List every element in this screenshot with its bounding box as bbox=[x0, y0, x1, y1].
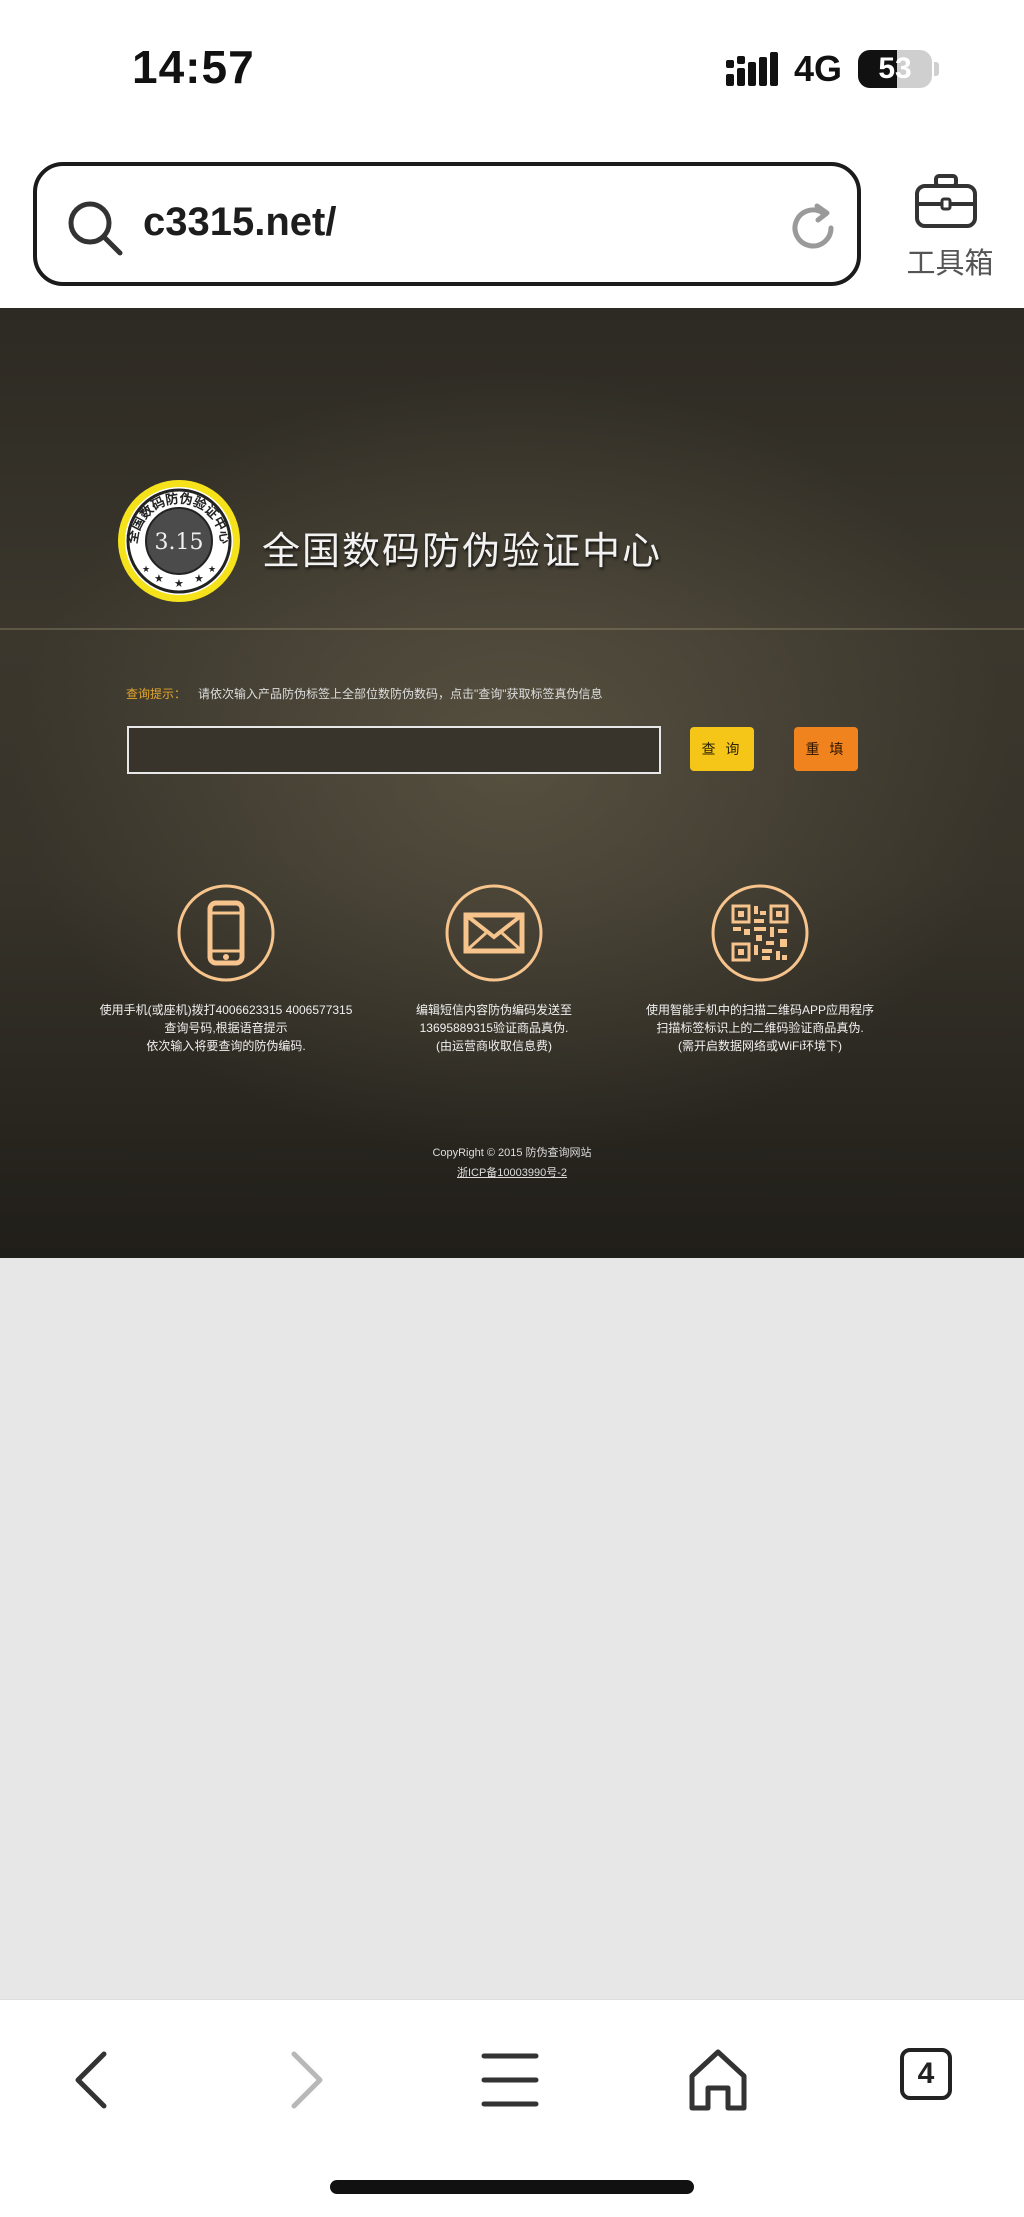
toolbox-button[interactable]: 工具箱 bbox=[890, 174, 1010, 284]
home-indicator bbox=[330, 2180, 694, 2194]
header-divider bbox=[0, 628, 1024, 630]
method-description: 使用手机(或座机)拨打4006623315 4006577315 查询号码,根据… bbox=[76, 1001, 376, 1055]
query-hint-label: 查询提示： bbox=[126, 687, 187, 701]
method-line: 扫描标签标识上的二维码验证商品真伪. bbox=[656, 1021, 864, 1035]
chevron-left-icon bbox=[75, 2051, 107, 2109]
site-title: 全国数码防伪验证中心 bbox=[262, 531, 663, 573]
status-bar: 14:57 4G 53 bbox=[0, 0, 1024, 140]
home-icon bbox=[689, 2049, 747, 2111]
webpage-content: 全国数码防伪验证中心 3.15 ★ ★ ★ ★ ★ 全国数码防伪验证中心 查询提… bbox=[0, 308, 1024, 1258]
phone-query-method: 使用手机(或座机)拨打4006623315 4006577315 查询号码,根据… bbox=[76, 883, 376, 1055]
battery-level: 53 bbox=[878, 52, 912, 85]
anti-counterfeit-code-input[interactable] bbox=[127, 726, 661, 774]
menu-icon bbox=[481, 2053, 539, 2107]
seal-logo: 全国数码防伪验证中心 3.15 ★ ★ ★ ★ ★ bbox=[118, 480, 240, 602]
svg-text:★: ★ bbox=[174, 578, 184, 590]
query-hint-text: 请依次输入产品防伪标签上全部位数防伪数码，点击"查询"获取标签真伪信息 bbox=[198, 687, 603, 701]
qr-query-method: 使用智能手机中的扫描二维码APP应用程序 扫描标签标识上的二维码验证商品真伪. … bbox=[610, 883, 910, 1055]
svg-text:★: ★ bbox=[194, 573, 204, 585]
method-description: 编辑短信内容防伪编码发送至 13695889315验证商品真伪. (由运营商收取… bbox=[344, 1001, 644, 1055]
toolbox-icon bbox=[915, 174, 977, 228]
sms-query-method: 编辑短信内容防伪编码发送至 13695889315验证商品真伪. (由运营商收取… bbox=[344, 883, 644, 1055]
method-line: 查询号码,根据语音提示 bbox=[164, 1021, 288, 1035]
search-icon bbox=[68, 201, 123, 256]
method-line: 依次输入将要查询的防伪编码. bbox=[146, 1039, 306, 1053]
svg-text:★: ★ bbox=[154, 573, 164, 585]
qr-code-icon bbox=[711, 884, 809, 982]
query-button[interactable]: 查 询 bbox=[690, 727, 754, 771]
toolbox-label: 工具箱 bbox=[906, 248, 994, 280]
url-text[interactable]: c3315.net/ bbox=[143, 200, 336, 245]
battery-cap bbox=[934, 62, 939, 76]
network-type: 4G bbox=[794, 48, 843, 89]
signal-strength-icon bbox=[726, 52, 778, 86]
tabs-button[interactable]: 4 bbox=[900, 2048, 952, 2100]
reset-button[interactable]: 重 填 bbox=[794, 727, 858, 771]
method-line: (需开启数据网络或WiFi环境下) bbox=[678, 1039, 842, 1053]
home-button[interactable] bbox=[678, 2040, 758, 2120]
svg-text:★: ★ bbox=[142, 564, 150, 574]
status-time: 14:57 bbox=[132, 41, 255, 93]
back-button[interactable] bbox=[54, 2040, 134, 2120]
svg-text:3.15: 3.15 bbox=[155, 530, 204, 555]
method-line: 使用手机(或座机)拨打4006623315 4006577315 bbox=[99, 1003, 353, 1017]
browser-toolbar: c3315.net/ 工具箱 bbox=[0, 140, 1024, 308]
method-line: 使用智能手机中的扫描二维码APP应用程序 bbox=[645, 1003, 874, 1017]
method-description: 使用智能手机中的扫描二维码APP应用程序 扫描标签标识上的二维码验证商品真伪. … bbox=[610, 1001, 910, 1055]
address-bar[interactable]: c3315.net/ bbox=[33, 162, 861, 286]
phone-icon bbox=[177, 884, 275, 982]
chevron-right-icon bbox=[291, 2051, 323, 2109]
copyright-text: CopyRight © 2015 防伪查询网站 bbox=[432, 1147, 592, 1159]
reload-icon[interactable] bbox=[787, 202, 839, 254]
menu-button[interactable] bbox=[470, 2040, 550, 2120]
method-line: 编辑短信内容防伪编码发送至 bbox=[415, 1003, 572, 1017]
forward-button[interactable] bbox=[264, 2040, 344, 2120]
svg-text:★: ★ bbox=[208, 564, 216, 574]
method-line: 13695889315验证商品真伪. bbox=[419, 1021, 569, 1035]
envelope-icon bbox=[445, 884, 543, 982]
method-line: (由运营商收取信息费) bbox=[436, 1039, 552, 1053]
icp-license-link[interactable]: 浙ICP备10003990号-2 bbox=[0, 1164, 1024, 1180]
battery-icon: 53 bbox=[858, 50, 932, 88]
